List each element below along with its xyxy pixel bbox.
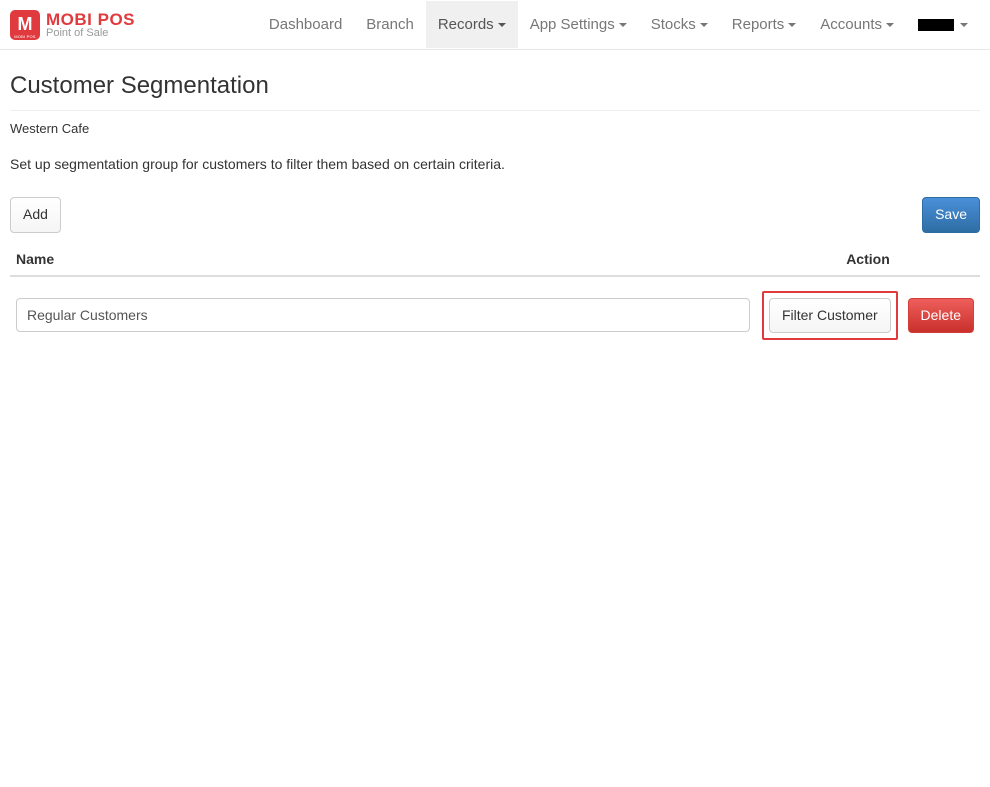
nav-stocks[interactable]: Stocks	[639, 1, 720, 48]
brand-logo-icon: M	[10, 10, 40, 40]
delete-button[interactable]: Delete	[908, 298, 974, 334]
brand[interactable]: M MOBI POS Point of Sale	[10, 10, 135, 40]
nav-user-menu[interactable]	[906, 1, 980, 48]
caret-down-icon	[886, 23, 894, 27]
save-button[interactable]: Save	[922, 197, 980, 233]
page-container: Customer Segmentation Western Cafe Set u…	[0, 50, 990, 374]
main-nav: Dashboard Branch Records App Settings St…	[257, 1, 980, 48]
brand-name: MOBI POS	[46, 11, 135, 28]
user-name-redacted	[918, 19, 954, 31]
nav-reports[interactable]: Reports	[720, 1, 809, 48]
nav-records-label: Records	[438, 16, 494, 33]
nav-branch[interactable]: Branch	[354, 1, 426, 48]
nav-stocks-label: Stocks	[651, 16, 696, 33]
brand-tagline: Point of Sale	[46, 28, 135, 39]
actions-row: Add Save	[10, 197, 980, 233]
col-header-action: Action	[756, 243, 980, 276]
add-button[interactable]: Add	[10, 197, 61, 233]
filter-customer-button[interactable]: Filter Customer	[769, 298, 891, 334]
brand-text: MOBI POS Point of Sale	[46, 11, 135, 39]
top-navbar: M MOBI POS Point of Sale Dashboard Branc…	[0, 0, 990, 50]
nav-accounts-label: Accounts	[820, 16, 882, 33]
segment-name-input[interactable]	[16, 298, 750, 332]
segmentation-table: Name Action Filter Customer Delete	[10, 243, 980, 355]
page-title: Customer Segmentation	[10, 58, 980, 111]
caret-down-icon	[498, 23, 506, 27]
caret-down-icon	[960, 23, 968, 27]
filter-highlight-box: Filter Customer	[762, 291, 898, 341]
nav-app-settings[interactable]: App Settings	[518, 1, 639, 48]
nav-records[interactable]: Records	[426, 1, 518, 48]
caret-down-icon	[700, 23, 708, 27]
table-row: Filter Customer Delete	[10, 276, 980, 355]
caret-down-icon	[788, 23, 796, 27]
col-header-name: Name	[10, 243, 756, 276]
nav-dashboard[interactable]: Dashboard	[257, 1, 354, 48]
nav-reports-label: Reports	[732, 16, 785, 33]
nav-app-settings-label: App Settings	[530, 16, 615, 33]
caret-down-icon	[619, 23, 627, 27]
page-description: Set up segmentation group for customers …	[10, 156, 980, 172]
branch-name: Western Cafe	[10, 111, 980, 156]
nav-accounts[interactable]: Accounts	[808, 1, 906, 48]
